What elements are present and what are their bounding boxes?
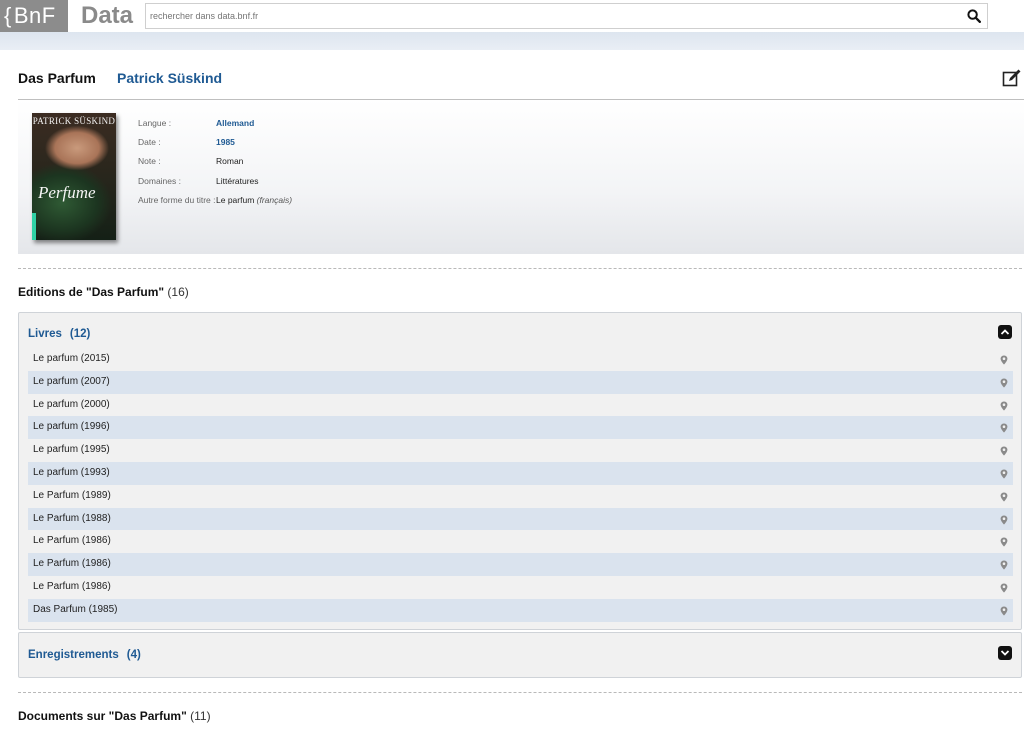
cover-title-text: Perfume	[38, 183, 96, 202]
list-item[interactable]: Le Parfum (1986)	[28, 576, 1013, 599]
header-band	[0, 32, 1024, 50]
list-item-label: Le parfum (1993)	[33, 466, 110, 478]
list-item[interactable]: Le Parfum (1988)	[28, 507, 1013, 531]
documents-count: (11)	[190, 709, 211, 723]
meta-value-autre-forme: Le parfum (français)	[216, 195, 292, 205]
chevron-down-icon[interactable]	[998, 646, 1012, 660]
list-item[interactable]: Le parfum (1996)	[28, 416, 1013, 440]
editions-heading-text: Editions de "Das Parfum"	[18, 285, 165, 299]
location-pin-icon[interactable]	[1000, 537, 1008, 547]
meta-label: Langue :	[138, 118, 172, 128]
meta-value-note: Roman	[216, 156, 244, 167]
editions-heading: Editions de "Das Parfum" (16)	[18, 285, 189, 299]
list-item[interactable]: Le parfum (2000)	[28, 394, 1013, 417]
list-item[interactable]: Das Parfum (1985)	[28, 598, 1013, 622]
section-divider	[18, 268, 1022, 269]
list-item-label: Le Parfum (1986)	[33, 558, 111, 570]
alt-title-language: (français)	[256, 194, 293, 205]
list-item-label: Das Parfum (1985)	[33, 603, 118, 615]
cover-stripe	[32, 213, 36, 240]
editions-count: (16)	[167, 285, 189, 299]
work-info-panel: PATRICK SÜSKIND Perfume Langue : Alleman…	[18, 100, 1024, 254]
accordion-enregistrements-title: Enregistrements (4)	[28, 649, 141, 661]
accordion-livres-label: Livres	[28, 328, 62, 340]
location-pin-icon[interactable]	[1000, 515, 1008, 525]
accordion-livres: Livres (12) Le parfum (2015) Le parfum (20…	[18, 312, 1022, 630]
accordion-enregistrements-label: Enregistrements	[28, 649, 119, 661]
meta-value-date[interactable]: 1985	[216, 137, 235, 147]
list-item[interactable]: Le Parfum (1986)	[28, 553, 1013, 576]
accordion-enregistrements-header[interactable]: Enregistrements (4)	[19, 633, 1021, 677]
brace-icon: {	[4, 3, 12, 28]
work-title: Das Parfum	[18, 70, 96, 86]
edit-icon[interactable]	[1002, 68, 1022, 88]
livres-list: Le parfum (2015) Le parfum (2007) Le parfu…	[28, 348, 1013, 622]
list-item[interactable]: Le Parfum (1989)	[28, 485, 1013, 508]
list-item[interactable]: Le parfum (2015)	[28, 348, 1013, 371]
list-item-label: Le Parfum (1986)	[33, 580, 111, 592]
list-item-label: Le Parfum (1989)	[33, 489, 111, 501]
accordion-livres-title: Livres (12)	[28, 328, 90, 340]
main-content: Das Parfum Patrick Süskind PATRICK SÜSKI…	[0, 50, 1024, 729]
author-link[interactable]: Patrick Süskind	[117, 70, 222, 86]
search-bar	[145, 3, 988, 29]
bnf-logo[interactable]: {BnF	[0, 0, 68, 32]
location-pin-icon[interactable]	[1000, 423, 1008, 433]
list-item-label: Le parfum (2015)	[33, 353, 110, 364]
list-item-label: Le parfum (2000)	[33, 398, 110, 410]
list-item[interactable]: Le Parfum (1986)	[28, 530, 1013, 553]
meta-label: Domaines :	[138, 175, 181, 186]
list-item-label: Le Parfum (1988)	[33, 512, 111, 524]
list-item[interactable]: Le parfum (1995)	[28, 439, 1013, 462]
location-pin-icon[interactable]	[1000, 378, 1008, 388]
book-cover[interactable]: PATRICK SÜSKIND Perfume	[32, 113, 116, 240]
top-bar: {BnF Data	[0, 0, 1024, 34]
logo-brand-text: BnF	[13, 3, 56, 28]
location-pin-icon[interactable]	[1000, 446, 1008, 456]
documents-heading: Documents sur "Das Parfum" (11)	[18, 709, 211, 723]
meta-value-domaines: Littératures	[216, 175, 259, 186]
meta-label: Autre forme du titre :	[138, 194, 216, 205]
data-logo[interactable]: Data	[81, 0, 133, 32]
location-pin-icon[interactable]	[1000, 560, 1008, 570]
accordion-livres-header[interactable]: Livres (12)	[19, 313, 1021, 353]
list-item-label: Le parfum (1995)	[33, 444, 110, 456]
section-divider	[18, 692, 1022, 693]
title-row: Das Parfum Patrick Süskind	[18, 68, 1024, 100]
location-pin-icon[interactable]	[1000, 492, 1008, 502]
list-item[interactable]: Le parfum (2007)	[28, 370, 1013, 394]
search-input[interactable]	[146, 4, 946, 28]
chevron-up-icon[interactable]	[998, 325, 1012, 339]
location-pin-icon[interactable]	[1000, 355, 1008, 365]
list-item-label: Le parfum (2007)	[33, 375, 110, 387]
list-item-label: Le parfum (1996)	[33, 421, 110, 433]
location-pin-icon[interactable]	[1000, 401, 1008, 411]
list-item[interactable]: Le parfum (1993)	[28, 461, 1013, 485]
accordion-enregistrements-count: (4)	[126, 649, 141, 661]
accordion-enregistrements: Enregistrements (4)	[18, 632, 1022, 678]
location-pin-icon[interactable]	[1000, 583, 1008, 593]
documents-heading-text: Documents sur "Das Parfum"	[18, 709, 187, 723]
meta-label: Date :	[138, 137, 161, 148]
meta-value-langue[interactable]: Allemand	[216, 118, 254, 128]
accordion-livres-count: (12)	[69, 328, 91, 340]
list-item-label: Le Parfum (1986)	[33, 535, 111, 547]
meta-label: Note :	[138, 156, 161, 167]
cover-artwork	[32, 113, 116, 240]
cover-author-text: PATRICK SÜSKIND	[32, 116, 116, 126]
location-pin-icon[interactable]	[1000, 606, 1008, 616]
search-icon[interactable]	[967, 9, 981, 23]
alt-title-text: Le parfum	[216, 194, 255, 205]
location-pin-icon[interactable]	[1000, 469, 1008, 479]
